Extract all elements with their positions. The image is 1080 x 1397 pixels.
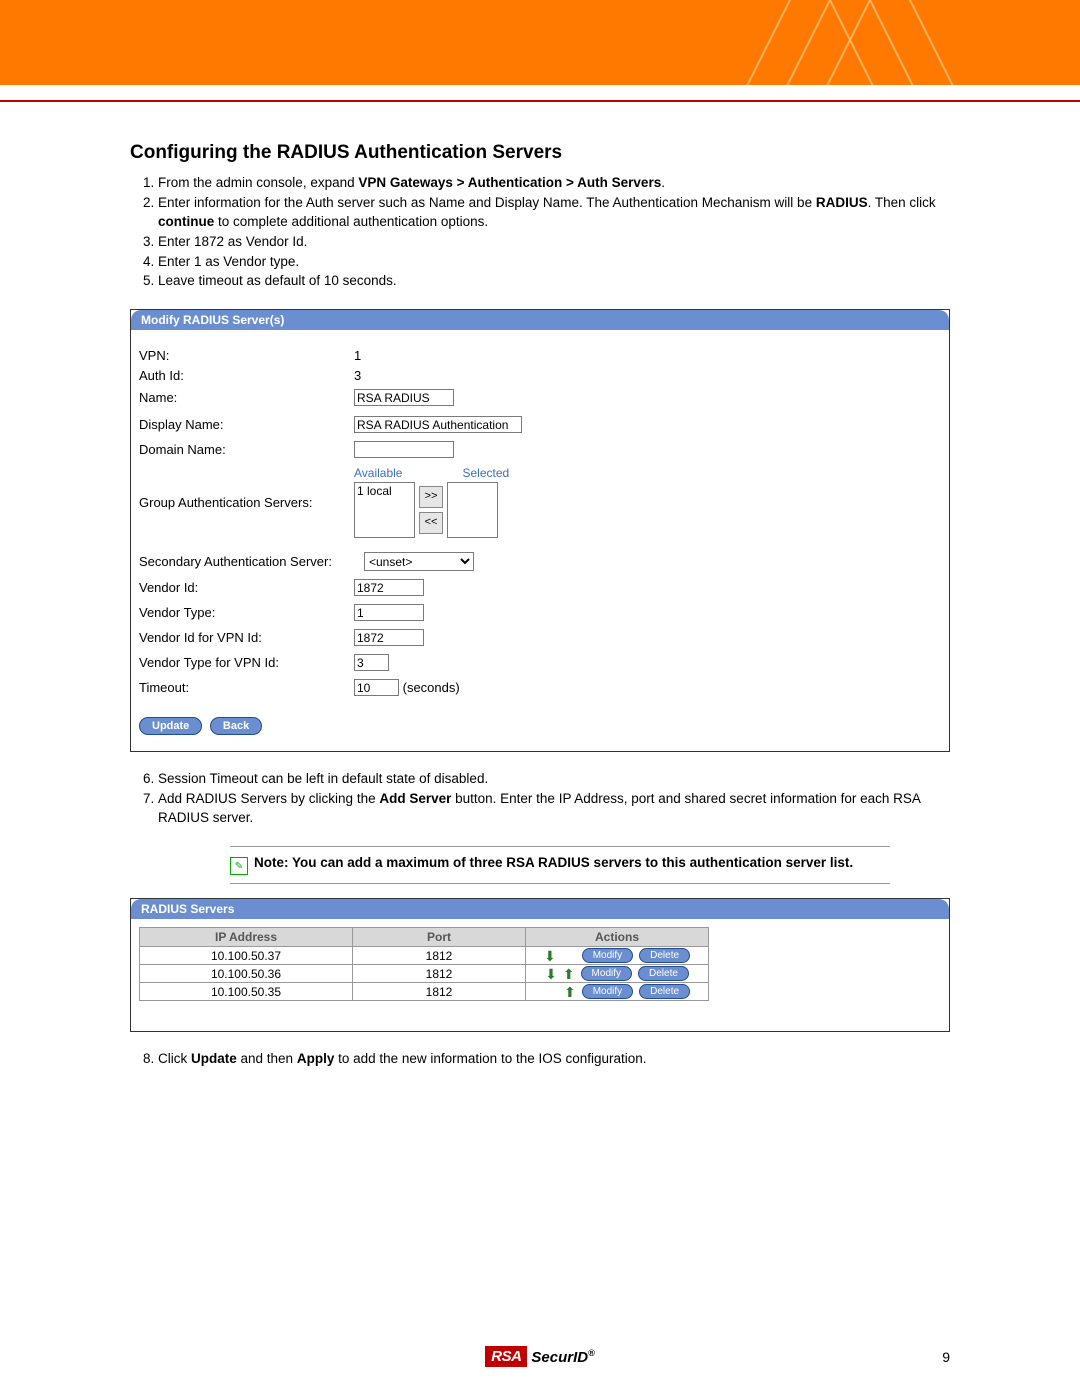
header-banner [0, 0, 1080, 85]
table-row: 10.100.50.35 1812 ⬆ Modify Delete [140, 983, 709, 1001]
panel2-title: RADIUS Servers [131, 899, 949, 919]
rsa-logo: RSA SecurID® [485, 1346, 595, 1367]
label-vendortype: Vendor Type: [139, 605, 354, 620]
label-name: Name: [139, 390, 354, 405]
footer: RSA SecurID® 9 [0, 1346, 1080, 1367]
servers-table: IP Address Port Actions 10.100.50.37 181… [139, 927, 709, 1001]
move-left-button[interactable]: << [419, 512, 443, 534]
th-port: Port [353, 928, 526, 947]
table-row: 10.100.50.36 1812 ⬇ ⬆ Modify Delete [140, 965, 709, 983]
label-timeout: Timeout: [139, 680, 354, 695]
delete-button[interactable]: Delete [639, 948, 690, 963]
step-2: Enter information for the Auth server su… [158, 194, 950, 232]
steps-list-2: Session Timeout can be left in default s… [158, 770, 950, 828]
delete-button[interactable]: Delete [639, 984, 690, 999]
label-secauth: Secondary Authentication Server: [139, 554, 364, 569]
available-listbox[interactable]: 1 local [354, 482, 415, 538]
label-groupauth: Group Authentication Servers: [139, 495, 354, 510]
page-number: 9 [942, 1349, 950, 1365]
update-button[interactable]: Update [139, 717, 202, 735]
selected-header: Selected [462, 466, 509, 480]
th-actions: Actions [526, 928, 709, 947]
available-header: Available [354, 466, 402, 480]
label-vendoridvpn: Vendor Id for VPN Id: [139, 630, 354, 645]
th-ip: IP Address [140, 928, 353, 947]
label-vendorid: Vendor Id: [139, 580, 354, 595]
label-vendortypevpn: Vendor Type for VPN Id: [139, 655, 354, 670]
label-authid: Auth Id: [139, 368, 354, 383]
radius-servers-panel: RADIUS Servers IP Address Port Actions 1… [130, 898, 950, 1032]
value-vpn: 1 [354, 348, 361, 363]
timeout-input[interactable] [354, 679, 399, 696]
seconds-label: (seconds) [403, 680, 460, 695]
vendorid-input[interactable] [354, 579, 424, 596]
table-row: 10.100.50.37 1812 ⬇ Modify Delete [140, 947, 709, 965]
note-icon: ✎ [230, 857, 248, 875]
move-right-button[interactable]: >> [419, 486, 443, 508]
label-domainname: Domain Name: [139, 442, 354, 457]
step-8: Click Update and then Apply to add the n… [158, 1050, 950, 1069]
note-block: ✎ Note: You can add a maximum of three R… [230, 846, 890, 884]
selected-listbox[interactable] [447, 482, 498, 538]
modify-button[interactable]: Modify [582, 984, 633, 999]
step-6: Session Timeout can be left in default s… [158, 770, 950, 789]
header-decoration [680, 0, 1040, 85]
move-down-icon[interactable]: ⬇ [545, 967, 557, 981]
modify-radius-panel: Modify RADIUS Server(s) VPN:1 Auth Id:3 … [130, 309, 950, 752]
step-3: Enter 1872 as Vendor Id. [158, 233, 950, 252]
section-title: Configuring the RADIUS Authentication Se… [130, 142, 950, 164]
step-7: Add RADIUS Servers by clicking the Add S… [158, 790, 950, 828]
delete-button[interactable]: Delete [638, 966, 689, 981]
vendortype-input[interactable] [354, 604, 424, 621]
vendortypevpn-input[interactable] [354, 654, 389, 671]
move-up-icon[interactable]: ⬆ [563, 967, 575, 981]
value-authid: 3 [354, 368, 361, 383]
displayname-input[interactable] [354, 416, 522, 433]
move-up-icon[interactable]: ⬆ [564, 985, 576, 999]
step-1: From the admin console, expand VPN Gatew… [158, 174, 950, 193]
step-4: Enter 1 as Vendor type. [158, 253, 950, 272]
steps-list-3: Click Update and then Apply to add the n… [158, 1050, 950, 1069]
modify-button[interactable]: Modify [581, 966, 632, 981]
secauth-select[interactable]: <unset> [364, 552, 474, 571]
move-down-icon[interactable]: ⬇ [544, 949, 556, 963]
step-5: Leave timeout as default of 10 seconds. [158, 272, 950, 291]
name-input[interactable] [354, 389, 454, 406]
modify-button[interactable]: Modify [582, 948, 633, 963]
panel-title: Modify RADIUS Server(s) [131, 310, 949, 330]
steps-list-1: From the admin console, expand VPN Gatew… [158, 174, 950, 291]
label-displayname: Display Name: [139, 417, 354, 432]
domainname-input[interactable] [354, 441, 454, 458]
label-vpn: VPN: [139, 348, 354, 363]
back-button[interactable]: Back [210, 717, 262, 735]
note-text: Note: You can add a maximum of three RSA… [254, 855, 853, 870]
vendoridvpn-input[interactable] [354, 629, 424, 646]
